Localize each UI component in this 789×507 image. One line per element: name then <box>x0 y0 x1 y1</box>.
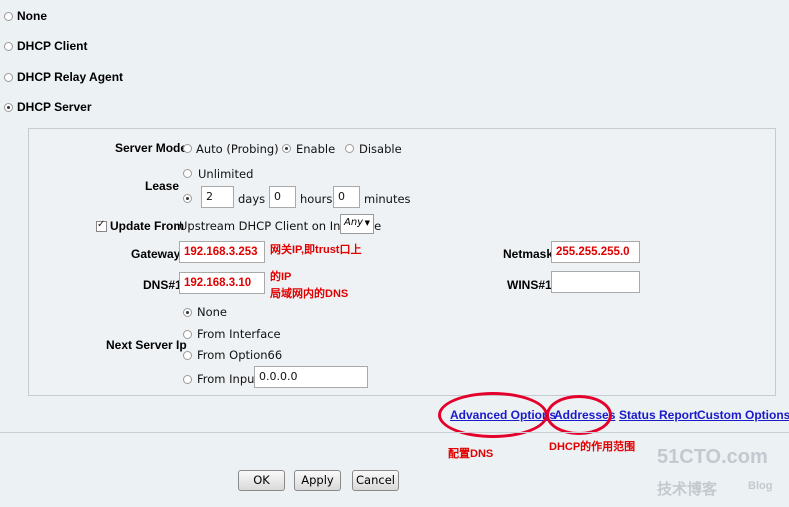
radio-dhcp-relay-agent[interactable] <box>4 73 13 82</box>
radio-none[interactable] <box>4 12 13 21</box>
radio-dhcp-client[interactable] <box>4 42 13 51</box>
lease-unlimited-label: Unlimited <box>198 167 254 181</box>
update-from-interface-select[interactable]: Any ▼ <box>340 214 374 234</box>
update-from-label: Update From <box>110 219 185 233</box>
server-mode-auto-radio[interactable] <box>183 144 192 153</box>
watermark-blog: Blog <box>748 480 773 492</box>
ok-button[interactable]: OK <box>238 470 285 491</box>
advanced-options-note: 配置DNS <box>448 448 494 460</box>
watermark-logo: 51CTO.com <box>657 446 768 468</box>
server-mode-label: Server Mode <box>115 141 188 155</box>
dns1-label: DNS#1 <box>143 278 182 292</box>
addresses-highlight <box>546 395 612 435</box>
watermark-subtitle: 技术博客 <box>657 481 718 498</box>
lease-hours-input[interactable]: 0 <box>269 186 296 208</box>
next-server-from-option66-label: From Option66 <box>197 348 283 362</box>
next-server-none-radio[interactable] <box>183 308 192 317</box>
status-report-link[interactable]: Status Report <box>619 408 698 422</box>
radio-dhcp-client-label: DHCP Client <box>17 39 88 53</box>
gateway-input[interactable]: 192.168.3.253 <box>179 241 265 263</box>
server-mode-enable-radio[interactable] <box>282 144 291 153</box>
update-from-interface-value: Any <box>344 217 364 228</box>
wins1-label: WINS#1 <box>507 278 552 292</box>
custom-options-link[interactable]: Custom Options <box>697 408 789 422</box>
lease-custom-radio[interactable] <box>183 194 192 203</box>
footer-separator <box>0 432 789 433</box>
next-server-from-interface-radio[interactable] <box>183 330 192 339</box>
lease-label: Lease <box>145 179 180 193</box>
server-mode-auto-label: Auto (Probing) <box>196 142 279 156</box>
dns1-note-line1: 的IP <box>270 271 292 283</box>
next-server-none-label: None <box>197 305 228 319</box>
server-mode-disable-label: Disable <box>359 142 402 156</box>
netmask-label: Netmask <box>503 247 554 261</box>
server-mode-disable-radio[interactable] <box>345 144 354 153</box>
radio-dhcp-server[interactable] <box>4 103 13 112</box>
next-server-from-option66-radio[interactable] <box>183 351 192 360</box>
lease-unlimited-radio[interactable] <box>183 169 192 178</box>
gateway-label: Gateway <box>131 247 181 261</box>
netmask-input[interactable]: 255.255.255.0 <box>551 241 640 263</box>
radio-dhcp-relay-agent-label: DHCP Relay Agent <box>17 70 124 84</box>
next-server-from-input-radio[interactable] <box>183 375 192 384</box>
next-server-label: Next Server Ip <box>106 338 187 352</box>
lease-minutes-input[interactable]: 0 <box>333 186 360 208</box>
dhcp-server-settings-panel <box>28 128 776 396</box>
cancel-button[interactable]: Cancel <box>352 470 399 491</box>
lease-days-label: days <box>238 192 266 206</box>
lease-minutes-label: minutes <box>364 192 411 206</box>
apply-button[interactable]: Apply <box>294 470 341 491</box>
dns1-note-line2: 局域网内的DNS <box>270 288 349 300</box>
next-server-from-interface-label: From Interface <box>197 327 281 341</box>
update-from-checkbox[interactable] <box>96 219 107 232</box>
lease-days-input[interactable]: 2 <box>201 186 234 208</box>
next-server-input[interactable]: 0.0.0.0 <box>254 366 368 388</box>
radio-none-label: None <box>17 9 47 23</box>
next-server-from-input-label: From Input <box>197 372 259 386</box>
addresses-note: DHCP的作用范围 <box>549 441 636 453</box>
gateway-note: 网关IP,即trust口上 <box>270 244 362 256</box>
server-mode-enable-label: Enable <box>296 142 336 156</box>
dns1-input[interactable]: 192.168.3.10 <box>179 272 265 294</box>
lease-hours-label: hours <box>300 192 333 206</box>
chevron-down-icon: ▼ <box>364 219 370 227</box>
wins1-input[interactable] <box>551 271 640 293</box>
radio-dhcp-server-label: DHCP Server <box>17 100 92 114</box>
